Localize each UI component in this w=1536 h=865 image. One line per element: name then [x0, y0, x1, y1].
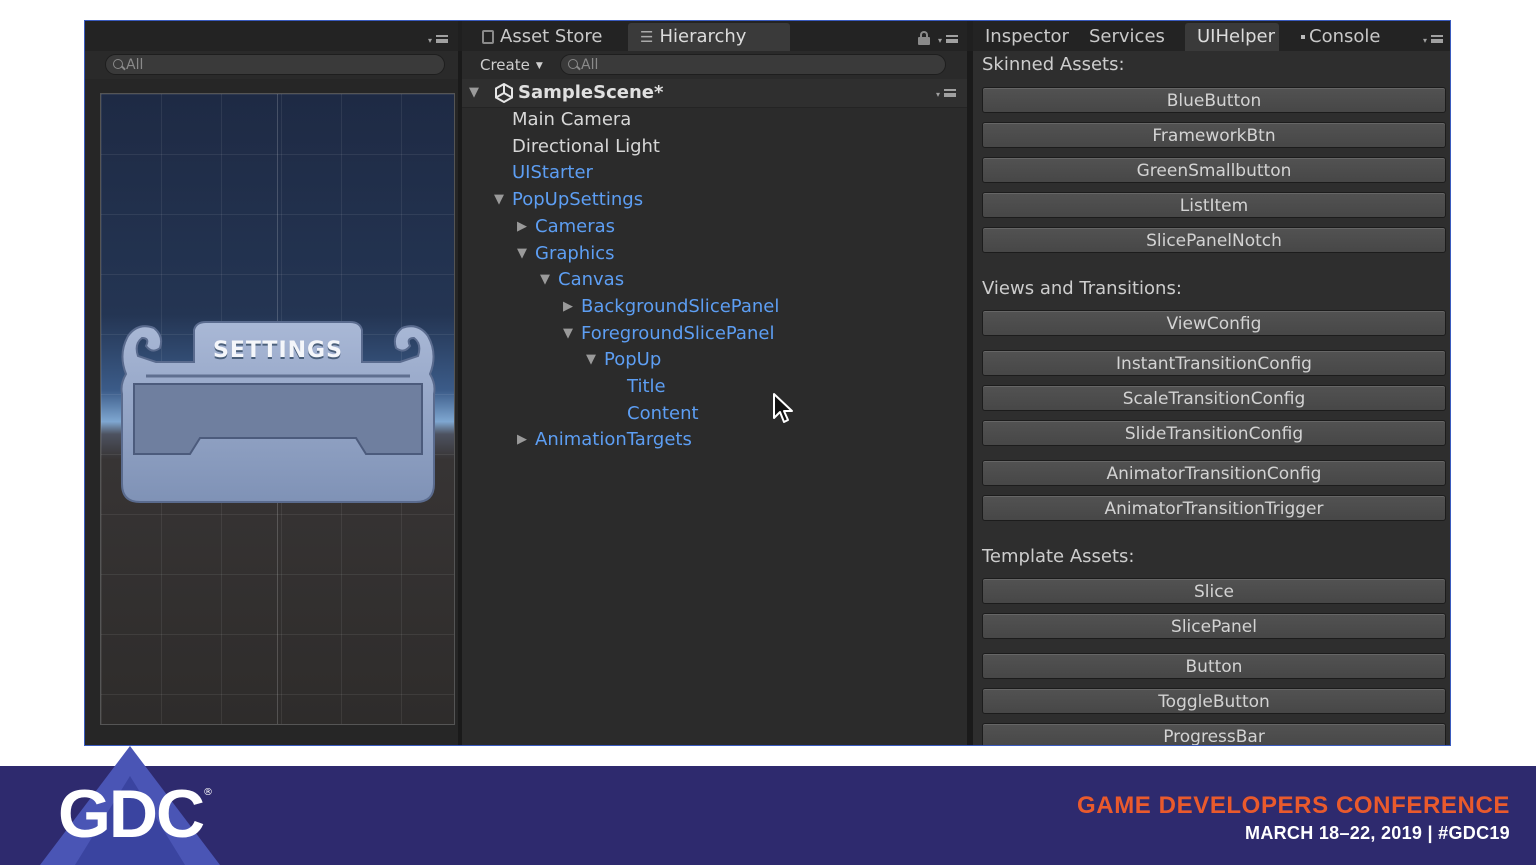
hierarchy-item[interactable]: ▶ AnimationTargets [462, 427, 967, 453]
hierarchy-item[interactable]: UIStarter [462, 160, 967, 186]
hierarchy-item[interactable]: ▶ BackgroundSlicePanel [462, 294, 967, 320]
game-panel-toolbar: All [85, 51, 458, 79]
dropdown-caret-icon: ▼ [535, 60, 543, 71]
asset-button[interactable]: ProgressBar [982, 723, 1446, 745]
hierarchy-item[interactable]: ▼ PopUp [462, 347, 967, 373]
hierarchy-item-label: Directional Light [512, 135, 660, 157]
panel-menu-icon[interactable]: ▾ [1423, 33, 1445, 45]
search-icon [113, 59, 123, 69]
asset-button[interactable]: ScaleTransitionConfig [982, 385, 1446, 411]
expand-arrow-icon[interactable]: ▼ [515, 241, 529, 267]
create-dropdown-button[interactable]: Create ▼ [470, 54, 553, 76]
section-title: Skinned Assets: [982, 54, 1125, 75]
hierarchy-item-label: Main Camera [512, 109, 632, 130]
hierarchy-item-label: ForegroundSlicePanel [581, 322, 775, 344]
hierarchy-item-label: Title [627, 376, 666, 397]
asset-store-icon [482, 30, 494, 44]
hierarchy-item[interactable]: Directional Light [462, 134, 967, 160]
section-title: Template Assets: [982, 546, 1135, 567]
tab-hierarchy[interactable]: ☰ Hierarchy [628, 23, 790, 51]
asset-button[interactable]: SlideTransitionConfig [982, 420, 1446, 446]
asset-button[interactable]: GreenSmallbutton [982, 157, 1446, 183]
asset-button[interactable]: AnimatorTransitionConfig [982, 460, 1446, 486]
tab-asset-store[interactable]: Asset Store [470, 23, 620, 51]
gdc-logo-text: GDC [58, 776, 205, 852]
asset-button[interactable]: BlueButton [982, 87, 1446, 113]
scene-menu-icon[interactable]: ▾ [936, 87, 958, 99]
asset-button[interactable]: SlicePanel [982, 613, 1446, 639]
asset-button[interactable]: Slice [982, 578, 1446, 604]
asset-button[interactable]: FrameworkBtn [982, 122, 1446, 148]
tab-services[interactable]: Services [1077, 23, 1177, 51]
unity-scene-icon [495, 83, 513, 103]
tab-console[interactable]: Console [1289, 23, 1392, 51]
hierarchy-item[interactable]: ▼ PopUpSettings [462, 187, 967, 213]
hierarchy-panel: Asset Store ☰Hierarchy ▾ Create▼ All ▼ [462, 21, 967, 745]
hierarchy-item[interactable]: Main Camera [462, 107, 967, 133]
settings-popup-preview: SETTINGS [116, 314, 440, 504]
game-panel-tabbar: ▾ [85, 21, 458, 51]
hierarchy-item-label: Content [627, 402, 699, 424]
inspector-tabbar: Inspector Services UIHelper Console ▾ [973, 21, 1450, 51]
asset-button[interactable]: InstantTransitionConfig [982, 350, 1446, 376]
panel-menu-icon[interactable]: ▾ [938, 33, 960, 45]
console-icon [1301, 35, 1305, 39]
game-viewport[interactable]: SETTINGS [100, 93, 455, 725]
expand-arrow-icon[interactable]: ▼ [584, 347, 598, 373]
asset-button[interactable]: AnimatorTransitionTrigger [982, 495, 1446, 521]
tab-inspector[interactable]: Inspector [973, 23, 1081, 51]
hierarchy-tabbar: Asset Store ☰ Hierarchy ▾ [462, 21, 967, 51]
hierarchy-item-label: AnimationTargets [535, 429, 692, 451]
hierarchy-item[interactable]: ▼ Canvas [462, 267, 967, 293]
asset-button[interactable]: ToggleButton [982, 688, 1446, 714]
mouse-cursor-icon [773, 393, 793, 423]
collapse-arrow-icon[interactable]: ▶ [515, 427, 529, 453]
hierarchy-item-label: Cameras [535, 215, 616, 237]
section-title: Views and Transitions: [982, 278, 1182, 299]
search-icon [568, 59, 578, 69]
search-placeholder: All [581, 57, 599, 73]
registered-mark: ® [203, 787, 213, 798]
conference-title: GAME DEVELOPERS CONFERENCE [1077, 792, 1510, 819]
expand-arrow-icon[interactable]: ▼ [492, 187, 506, 213]
collapse-arrow-icon[interactable]: ▶ [561, 294, 575, 320]
scene-name: SampleScene* [518, 82, 664, 103]
hierarchy-list-icon: ☰ [640, 28, 654, 46]
asset-button[interactable]: ViewConfig [982, 310, 1446, 336]
hierarchy-toolbar: Create ▼ All [462, 51, 967, 79]
scene-header-row[interactable]: ▼ SampleScene* ▾ [462, 79, 967, 108]
panel-menu-icon[interactable]: ▾ [428, 33, 450, 45]
search-placeholder: All [126, 57, 144, 73]
expand-arrow-icon[interactable]: ▼ [469, 79, 479, 107]
tab-uihelper[interactable]: UIHelper [1185, 23, 1279, 51]
collapse-arrow-icon[interactable]: ▶ [515, 214, 529, 240]
hierarchy-item[interactable]: ▶ Cameras [462, 214, 967, 240]
hierarchy-item-label: PopUp [604, 349, 662, 371]
hierarchy-item-label: Graphics [535, 242, 615, 264]
uihelper-panel: Inspector Services UIHelper Console ▾ Sk… [973, 21, 1450, 745]
unity-editor-window: ▾ All SETTINGS Asset Store ☰ Hierarchy ▾… [84, 20, 1451, 746]
asset-button[interactable]: Button [982, 653, 1446, 679]
asset-button[interactable]: SlicePanelNotch [982, 227, 1446, 253]
expand-arrow-icon[interactable]: ▼ [538, 267, 552, 293]
hierarchy-search-input[interactable]: All [560, 54, 946, 75]
game-view-panel: ▾ All SETTINGS [85, 21, 458, 745]
lock-icon[interactable] [918, 31, 930, 45]
popup-title-text: SETTINGS [213, 338, 343, 363]
game-search-input[interactable]: All [105, 54, 445, 75]
expand-arrow-icon[interactable]: ▼ [561, 321, 575, 347]
hierarchy-item-label: UIStarter [512, 162, 593, 184]
asset-button[interactable]: ListItem [982, 192, 1446, 218]
hierarchy-item[interactable]: Title [462, 374, 967, 400]
hierarchy-item-label: BackgroundSlicePanel [581, 295, 780, 317]
hierarchy-item[interactable]: Content [462, 401, 967, 427]
hierarchy-item[interactable]: ▼ ForegroundSlicePanel [462, 321, 967, 347]
hierarchy-item[interactable]: ▼ Graphics [462, 241, 967, 267]
conference-dates: MARCH 18–22, 2019 | #GDC19 [1245, 823, 1510, 843]
hierarchy-item-label: PopUpSettings [512, 189, 644, 211]
hierarchy-item-label: Canvas [558, 269, 625, 291]
